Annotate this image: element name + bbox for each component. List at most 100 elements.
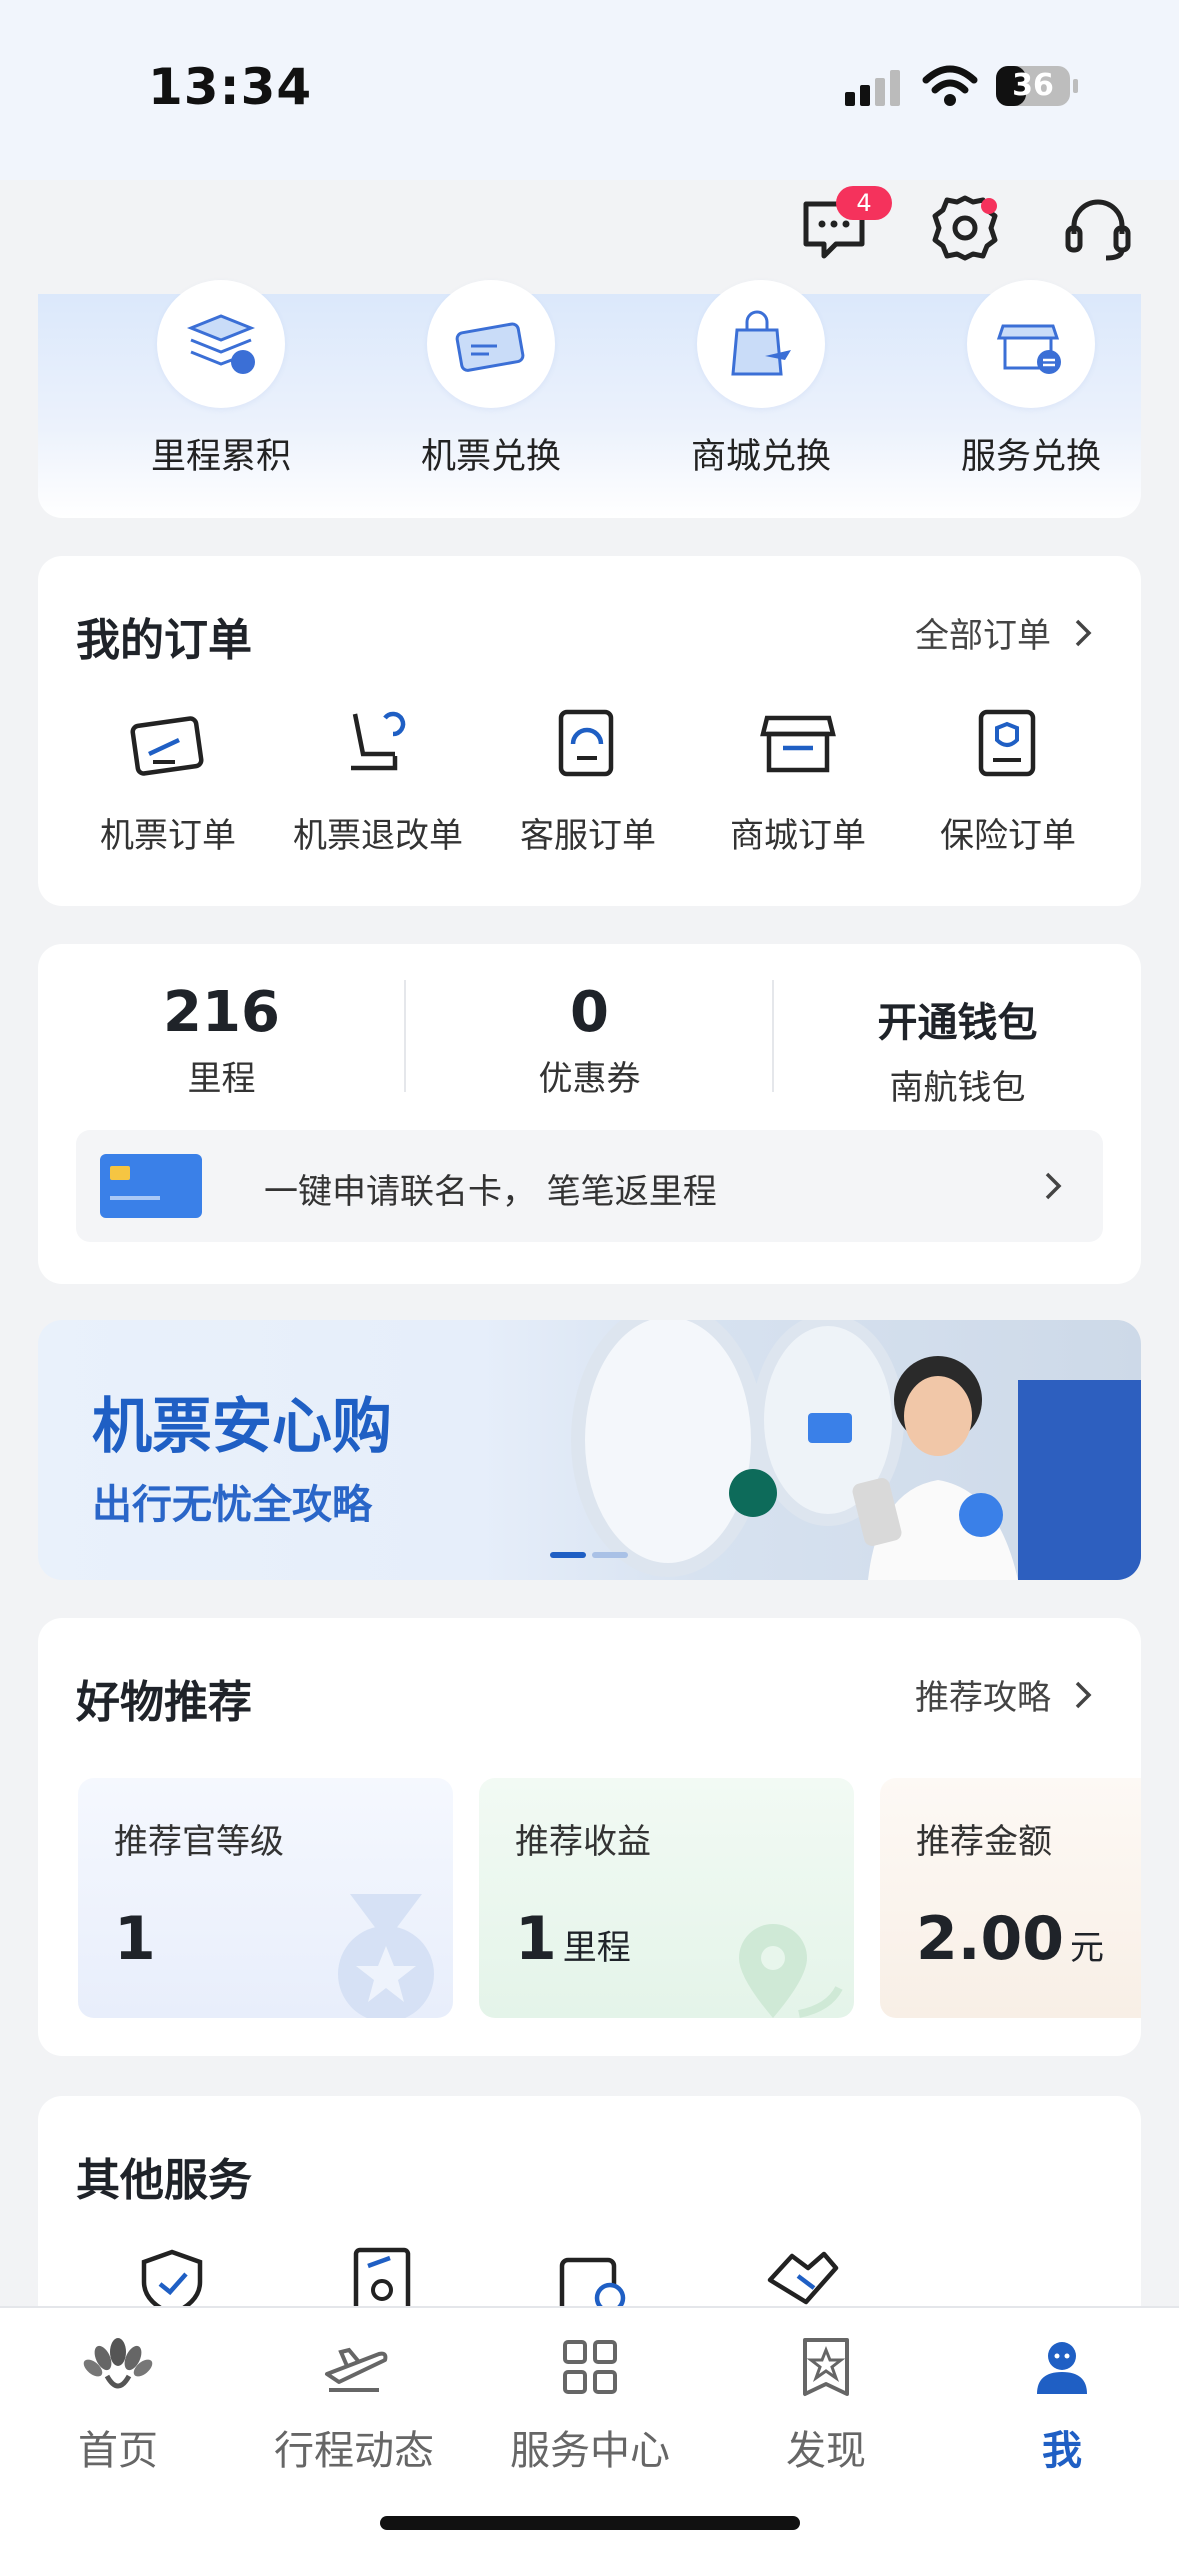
exchange-item-service[interactable]: 服务兑换 [931,280,1131,479]
tab-label: 服务中心 [510,2428,670,2474]
stat-wallet[interactable]: 开通钱包 南航钱包 [774,980,1141,1109]
store-icon [760,715,836,773]
all-orders-label: 全部订单 [915,616,1051,656]
stat-label: 里程 [187,1059,256,1099]
tab-service-center[interactable]: 服务中心 [472,2332,708,2476]
order-label: 客服订单 [520,816,656,856]
my-orders-card: 我的订单 全部订单 机票订单 机票退改单 客服订单 商城订单 保险订单 [38,556,1141,906]
stat-coupons[interactable]: 0 优惠券 [406,980,773,1100]
exchange-label: 服务兑换 [960,437,1101,477]
tab-label: 行程动态 [274,2428,434,2474]
customer-service-doc-icon [558,709,614,777]
tab-discover[interactable]: 发现 [708,2332,944,2476]
recommender-level-box[interactable]: 推荐官等级 1 [78,1778,453,2018]
order-store[interactable]: 商城订单 [698,704,898,857]
mileage-stack-icon [186,314,256,374]
rec-value-number: 1 [515,1904,557,1974]
rec-value: 2.00 元 [916,1904,1104,1974]
customer-service-headset-icon[interactable] [1062,192,1134,264]
chevron-right-icon [1045,1172,1062,1200]
recommend-title: 好物推荐 [76,1677,252,1728]
location-pin-icon [739,1924,843,2018]
message-badge: 4 [836,186,892,220]
carousel-indicator-active [550,1552,586,1558]
service-store-icon [996,324,1061,374]
home-logo-icon [83,2338,153,2389]
rec-label: 推荐收益 [515,1822,651,1862]
status-time: 13:34 [148,58,313,116]
exchange-item-mall[interactable]: 商城兑换 [661,280,861,479]
ticket-icon [455,322,525,372]
home-indicator[interactable] [380,2516,800,2530]
rec-value-number: 2.00 [916,1904,1065,1974]
credit-card-icon [100,1154,202,1218]
tab-label: 我 [1042,2428,1082,2474]
tab-me[interactable]: 我 [944,2332,1179,2476]
stat-value: 0 [570,980,609,1045]
cobrand-card-promo[interactable]: 一键申请联名卡， 笔笔返里程 [76,1130,1103,1242]
tab-trips[interactable]: 行程动态 [236,2332,472,2476]
order-insurance[interactable]: 保险订单 [908,704,1108,857]
rec-label: 推荐金额 [916,1822,1052,1862]
plane-icon [325,2347,388,2392]
stat-value: 216 [163,980,280,1045]
seat-refund-icon [351,711,406,771]
order-label: 机票退改单 [293,816,463,856]
recommend-income-box[interactable]: 推荐收益 1 里程 [479,1778,854,2018]
tab-home[interactable]: 首页 [0,2332,236,2476]
settings-notification-dot [981,198,997,214]
stat-label: 南航钱包 [889,1068,1026,1108]
order-label: 机票订单 [100,816,236,856]
rec-unit: 元 [1070,1928,1105,1968]
recommend-guide-link[interactable]: 推荐攻略 [915,1670,1093,1719]
battery-level: 36 [1012,68,1054,103]
recommend-link-label: 推荐攻略 [915,1678,1051,1718]
banner-subtitle: 出行无忧全攻略 [92,1482,372,1528]
battery-indicator: 36 [996,64,1080,108]
insurance-doc-icon [978,709,1036,777]
order-label: 商城订单 [730,816,866,856]
order-label: 保险订单 [940,816,1076,856]
orders-title: 我的订单 [76,615,252,666]
cellular-signal-icon [845,70,900,106]
other-services-title: 其他服务 [76,2155,252,2206]
order-flight[interactable]: 机票订单 [68,704,268,857]
user-icon [1037,2342,1087,2394]
exchange-card: 里程累积 机票兑换 商城兑换 服务兑换 [38,280,1141,518]
flight-ticket-icon [130,716,204,776]
shopping-bag-plane-icon [731,310,791,376]
stat-label: 优惠券 [538,1059,641,1099]
exchange-item-ticket[interactable]: 机票兑换 [391,280,591,479]
rec-value: 1 里程 [515,1904,631,1974]
promo-text: 一键申请联名卡， 笔笔返里程 [264,1172,717,1212]
promo-banner[interactable]: 机票安心购 出行无忧全攻略 [38,1320,1141,1580]
rec-value-number: 1 [114,1904,156,1974]
rec-value: 1 [114,1904,156,1974]
exchange-label: 里程累积 [150,437,291,477]
rec-label: 推荐官等级 [114,1822,284,1862]
recommend-amount-box[interactable]: 推荐金额 2.00 元 [880,1778,1141,2018]
stat-value: 开通钱包 [877,1000,1038,1046]
star-bookmark-icon [803,2338,849,2396]
order-refund[interactable]: 机票退改单 [278,704,478,857]
chevron-right-icon [1075,1681,1092,1708]
rec-unit: 里程 [562,1928,631,1968]
recommend-card: 好物推荐 推荐攻略 推荐官等级 1 推荐收益 1 里程 推荐金额 2.00 元 [38,1618,1141,2056]
exchange-label: 商城兑换 [690,437,831,477]
tab-label: 首页 [78,2428,158,2474]
banner-photo [571,1320,1141,1580]
carousel-indicator [592,1552,628,1558]
wifi-icon [922,65,978,106]
wallet-card: 216 里程 0 优惠券 开通钱包 南航钱包 一键申请联名卡， 笔笔返里程 [38,944,1141,1284]
order-service[interactable]: 客服订单 [488,704,688,857]
tab-label: 发现 [786,2428,866,2474]
banner-title: 机票安心购 [92,1392,392,1462]
stat-mileage[interactable]: 216 里程 [38,980,405,1100]
status-bar: 13:34 36 [0,0,1179,180]
grid-icon [563,2340,617,2394]
exchange-item-mileage[interactable]: 里程累积 [121,280,321,479]
medal-icon [338,1894,434,2018]
chevron-right-icon [1075,619,1092,646]
exchange-label: 机票兑换 [420,437,561,477]
all-orders-link[interactable]: 全部订单 [915,608,1093,657]
